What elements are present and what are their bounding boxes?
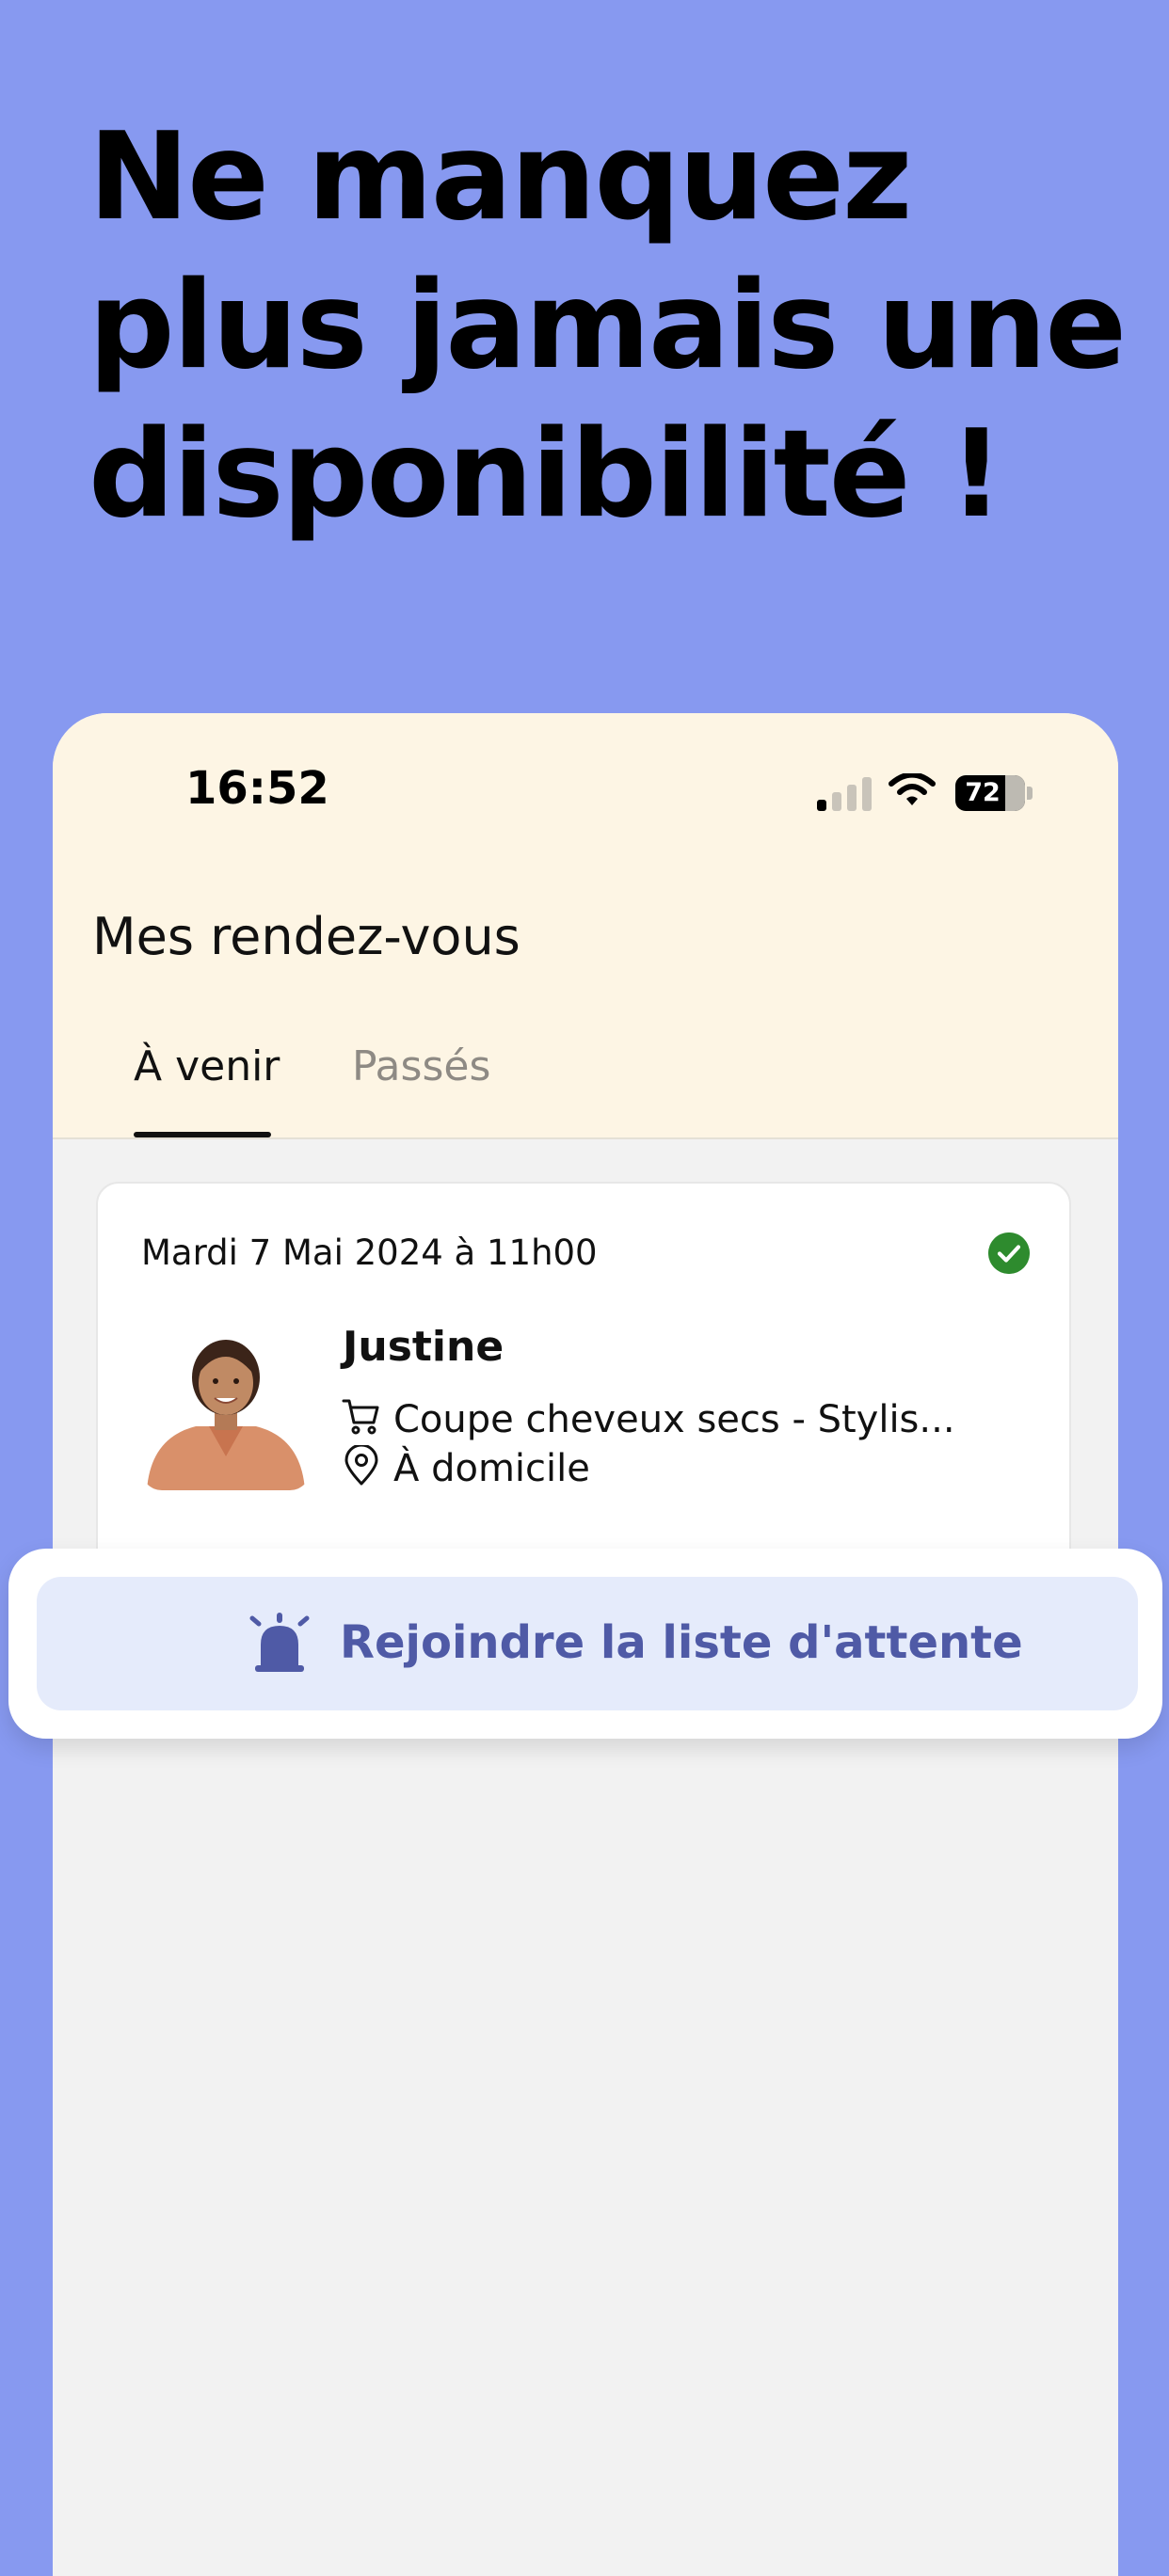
appointment-date: Mardi 7 Mai 2024 à 11h00 <box>141 1232 598 1273</box>
provider-photo <box>141 1325 311 1490</box>
status-time: 16:52 <box>185 762 329 815</box>
tab-past[interactable]: Passés <box>352 1042 490 1090</box>
cart-icon <box>342 1399 379 1435</box>
battery-icon: 72 <box>955 775 1025 811</box>
headline: Ne manquez plus jamais une disponibilité… <box>88 103 1127 549</box>
waitlist-popup: Rejoindre la liste d'attente <box>8 1549 1162 1739</box>
service-name: Coupe cheveux secs - Stylis... <box>393 1398 955 1441</box>
cellular-signal-icon <box>817 777 873 811</box>
screen-header: 16:52 72 Mes rendez-vous À venir Passés <box>53 713 1118 1139</box>
avatar <box>141 1325 311 1490</box>
join-waitlist-button[interactable]: Rejoindre la liste d'attente <box>37 1577 1138 1710</box>
wifi-icon <box>889 773 936 805</box>
headline-line-1: Ne manquez <box>88 107 912 247</box>
alarm-bell-icon <box>249 1613 310 1672</box>
check-circle-icon <box>988 1232 1030 1274</box>
location: À domicile <box>393 1447 590 1490</box>
provider-name: Justine <box>343 1323 504 1371</box>
page-title: Mes rendez-vous <box>92 907 520 966</box>
tab-upcoming[interactable]: À venir <box>134 1042 280 1090</box>
battery-percentage: 72 <box>965 778 1001 807</box>
headline-line-2: plus jamais une <box>88 256 1127 396</box>
active-tab-indicator <box>134 1132 271 1137</box>
appointment-card[interactable]: Mardi 7 Mai 2024 à 11h00 Justine Coupe c… <box>96 1182 1071 1577</box>
join-waitlist-label: Rejoindre la liste d'attente <box>340 1616 1023 1669</box>
battery-tip <box>1027 787 1033 800</box>
map-pin-icon <box>344 1445 378 1486</box>
headline-line-3: disponibilité ! <box>88 405 1003 545</box>
